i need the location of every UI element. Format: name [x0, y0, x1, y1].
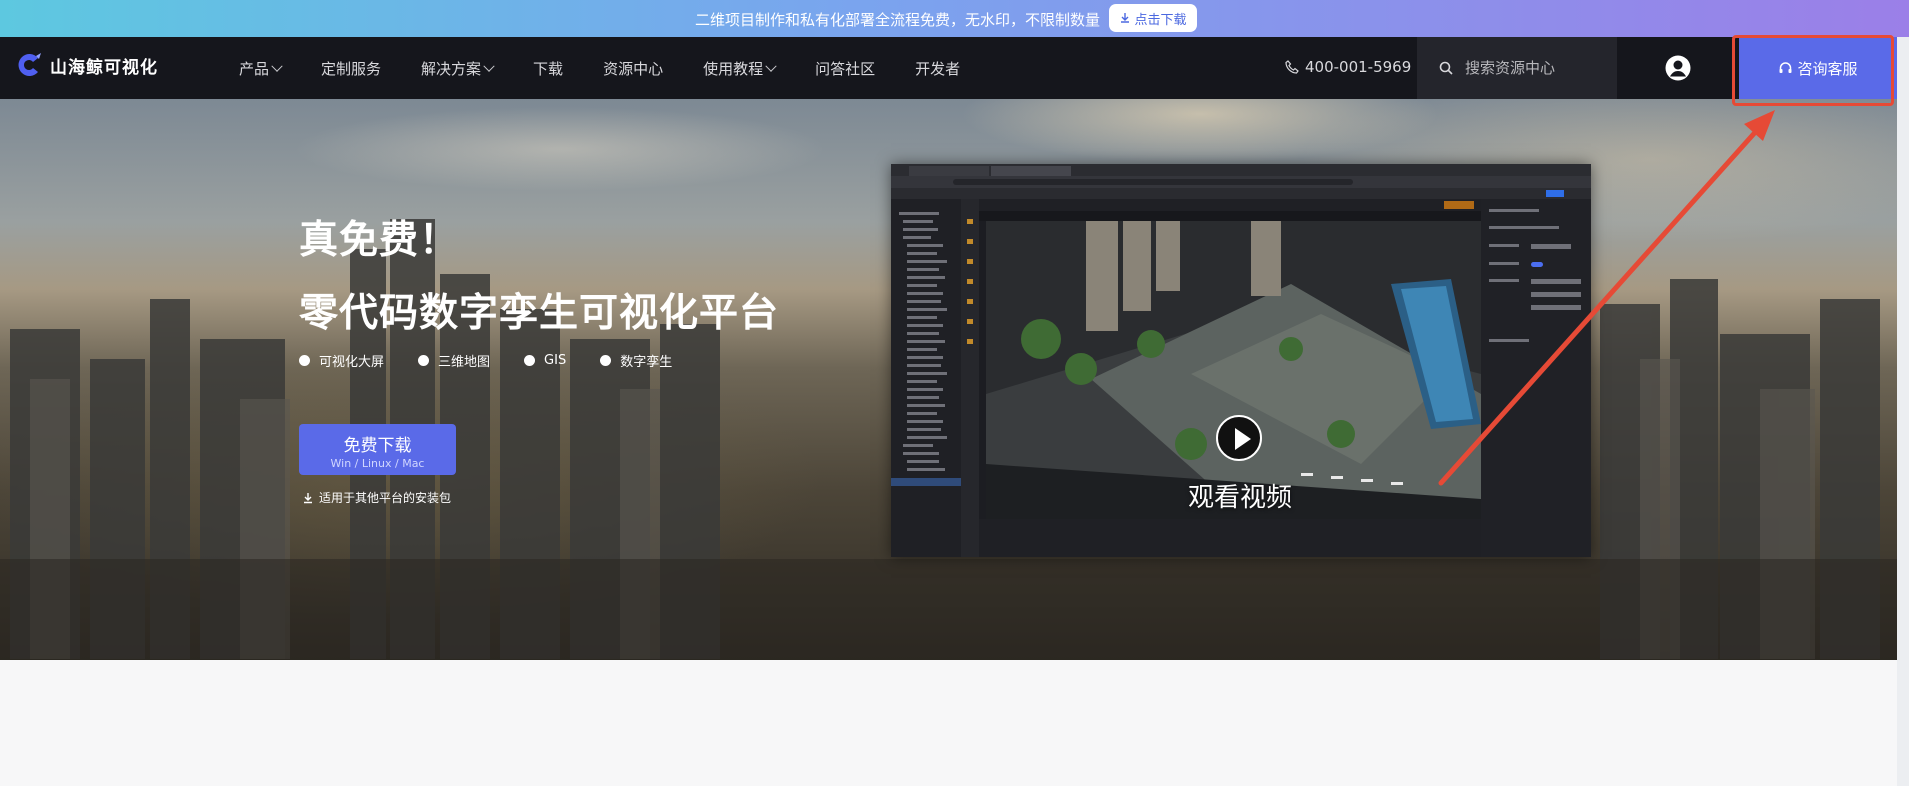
chevron-down-icon [271, 60, 283, 72]
play-video-icon[interactable] [1216, 415, 1262, 461]
feature-tag: GIS [524, 351, 566, 370]
user-avatar-icon[interactable] [1665, 55, 1691, 81]
promo-banner: 二维项目制作和私有化部署全流程免费，无水印，不限制数量 点击下载 [0, 0, 1909, 37]
tag-label: 可视化大屏 [319, 355, 385, 370]
whale-logo-icon [18, 53, 41, 76]
chevron-down-icon [483, 60, 495, 72]
hero-section: 真免费！ 零代码数字孪生可视化平台 可视化大屏 三维地图 GIS 数字孪生 免费… [0, 99, 1897, 660]
menu-item-download[interactable]: 下载 [533, 58, 563, 79]
menu-label: 下载 [533, 60, 564, 78]
chevron-down-icon [765, 60, 777, 72]
menu-item-tutorials[interactable]: 使用教程 [703, 58, 777, 79]
other-platforms-link[interactable]: 适用于其他平台的安装包 [302, 489, 451, 506]
menu-item-resources[interactable]: 资源中心 [603, 58, 663, 79]
promo-text: 二维项目制作和私有化部署全流程免费，无水印，不限制数量 [695, 11, 1101, 29]
bullet-icon [600, 355, 612, 366]
page-scrollbar[interactable] [1897, 37, 1909, 786]
phone-number[interactable]: 400-001-5969 [1285, 58, 1411, 76]
menu-item-community[interactable]: 问答社区 [815, 58, 875, 79]
other-platforms-text: 适用于其他平台的安装包 [319, 491, 452, 505]
logo-text: 山海鲸可视化 [50, 57, 158, 78]
tag-label: GIS [544, 353, 567, 368]
top-navbar: 山海鲸可视化 产品 定制服务 解决方案 下载 资源中心 使用教程 问答社区 开发… [0, 37, 1897, 99]
watch-video-label[interactable]: 观看视频 [1188, 477, 1292, 514]
menu-label: 问答社区 [815, 60, 876, 78]
main-menu: 产品 定制服务 解决方案 下载 资源中心 使用教程 问答社区 开发者 [239, 58, 960, 79]
menu-label: 资源中心 [603, 60, 664, 78]
tag-label: 数字孪生 [620, 355, 673, 370]
menu-label: 定制服务 [321, 60, 382, 78]
feature-tags: 可视化大屏 三维地图 GIS 数字孪生 [299, 351, 706, 370]
download-label: 免费下载 [343, 436, 412, 456]
logo[interactable]: 山海鲸可视化 [14, 51, 158, 79]
feature-tag: 可视化大屏 [299, 351, 384, 370]
free-download-button[interactable]: 免费下载 Win / Linux / Mac [299, 424, 456, 475]
bullet-icon [299, 355, 310, 366]
menu-label: 解决方案 [421, 60, 482, 78]
tag-label: 三维地图 [438, 355, 491, 370]
hero-title-free: 真免费！ [299, 218, 460, 263]
search-input[interactable] [1463, 58, 1607, 78]
search-icon [1439, 61, 1453, 75]
menu-item-developers[interactable]: 开发者 [915, 58, 960, 79]
search-box[interactable] [1417, 37, 1617, 99]
hero-title-platform: 零代码数字孪生可视化平台 [299, 291, 780, 336]
feature-tag: 三维地图 [418, 351, 490, 370]
menu-item-custom-service[interactable]: 定制服务 [321, 58, 381, 79]
menu-label: 开发者 [915, 60, 961, 78]
download-icon [304, 492, 312, 503]
menu-label: 使用教程 [703, 60, 764, 78]
bullet-icon [524, 355, 536, 366]
feature-tag: 数字孪生 [600, 351, 672, 370]
phone-text: 400-001-5969 [1305, 58, 1412, 76]
download-icon [1121, 13, 1130, 23]
promo-download-button[interactable]: 点击下载 [1109, 4, 1197, 32]
highlight-box-consult [1732, 35, 1894, 106]
bullet-icon [418, 355, 430, 366]
menu-item-products[interactable]: 产品 [239, 58, 283, 79]
download-platforms: Win / Linux / Mac [330, 457, 425, 470]
menu-label: 产品 [239, 60, 270, 78]
menu-item-solutions[interactable]: 解决方案 [421, 58, 495, 79]
phone-icon [1285, 60, 1299, 74]
promo-download-label: 点击下载 [1134, 12, 1187, 28]
